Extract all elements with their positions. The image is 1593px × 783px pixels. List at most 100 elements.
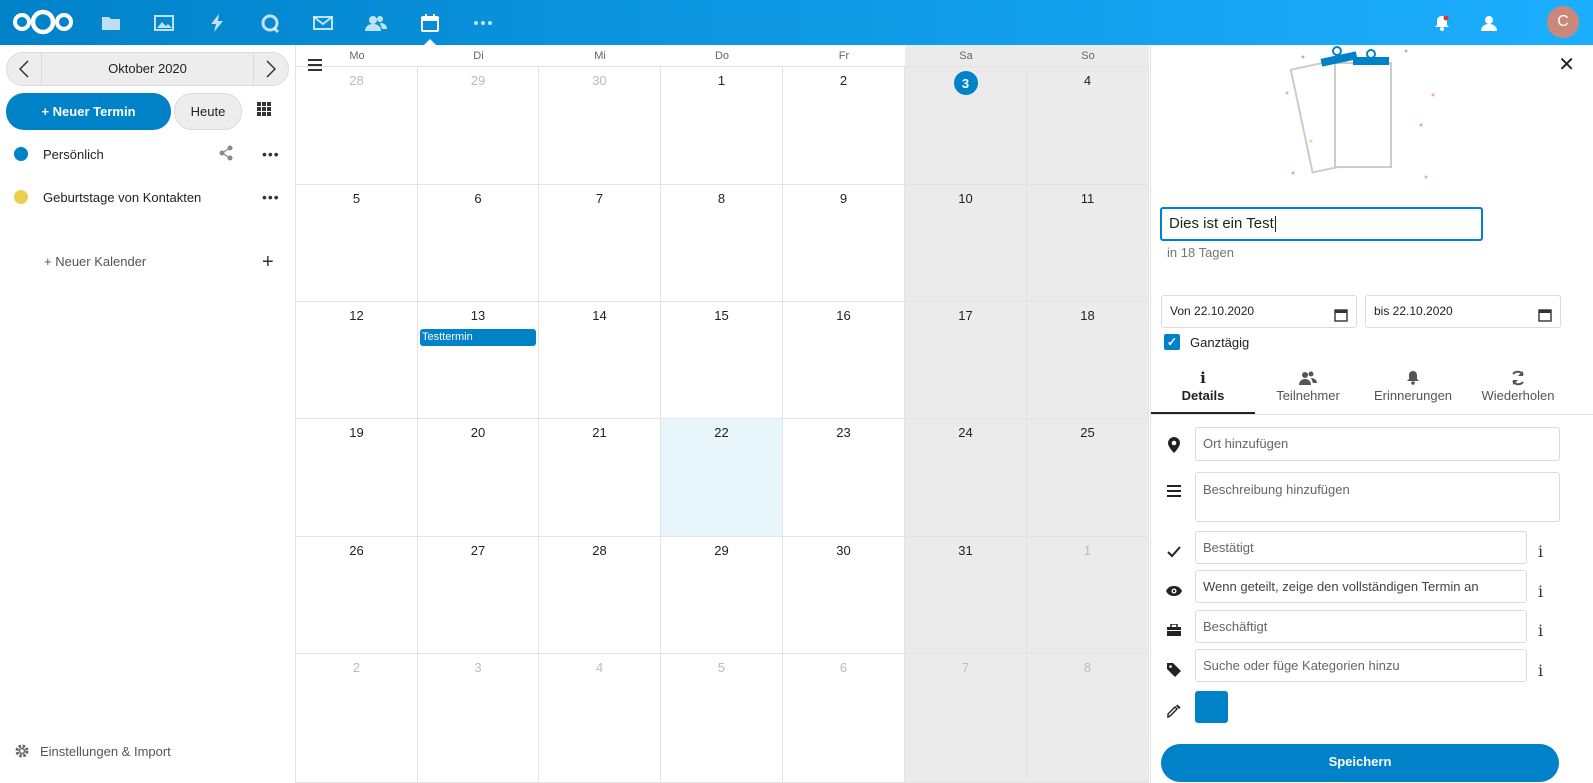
- day-number[interactable]: 21: [539, 425, 660, 440]
- calendar-day-cell[interactable]: 30: [539, 67, 661, 185]
- settings-import-button[interactable]: Einstellungen & Import: [14, 743, 171, 759]
- calendar-day-cell[interactable]: 6: [783, 654, 905, 783]
- day-number[interactable]: 22: [661, 425, 782, 440]
- calendar-day-cell[interactable]: 9: [783, 185, 905, 302]
- day-number[interactable]: 28: [296, 73, 417, 88]
- calendar-day-cell[interactable]: 5: [661, 654, 783, 783]
- day-number[interactable]: 17: [905, 308, 1026, 323]
- day-number[interactable]: 4: [539, 660, 660, 675]
- calendar-day-cell[interactable]: 20: [418, 419, 539, 537]
- calendar-day-cell[interactable]: 27: [418, 537, 539, 654]
- visibility-select[interactable]: Wenn geteilt, zeige den vollständigen Te…: [1195, 570, 1527, 603]
- day-number[interactable]: 9: [783, 191, 904, 206]
- calendar-day-cell[interactable]: 8: [1027, 654, 1149, 783]
- calendar-list-item-birthdays[interactable]: Geburtstage von Kontakten •••: [0, 177, 296, 217]
- notifications-bell-icon[interactable]: [1430, 0, 1454, 45]
- day-number[interactable]: 30: [783, 543, 904, 558]
- calendar-day-cell[interactable]: 13: [418, 302, 539, 419]
- event-color-swatch[interactable]: [1195, 691, 1228, 723]
- day-number[interactable]: 2: [783, 73, 904, 88]
- calendar-day-cell[interactable]: 15: [661, 302, 783, 419]
- day-number[interactable]: 6: [783, 660, 904, 675]
- photos-app-icon[interactable]: [140, 0, 188, 45]
- day-number[interactable]: 5: [661, 660, 782, 675]
- start-date-field[interactable]: Von 22.10.2020: [1161, 295, 1357, 328]
- day-number[interactable]: 18: [1027, 308, 1148, 323]
- busy-info-icon[interactable]: i: [1538, 621, 1543, 640]
- calendar-day-cell[interactable]: 4: [1027, 67, 1149, 185]
- view-switcher-grid-icon[interactable]: [256, 101, 276, 121]
- today-button[interactable]: Heute: [174, 93, 242, 130]
- day-number[interactable]: 15: [661, 308, 782, 323]
- calendar-color-dot[interactable]: [14, 190, 28, 204]
- status-select[interactable]: Bestätigt: [1195, 531, 1527, 564]
- more-actions-icon[interactable]: •••: [262, 189, 280, 205]
- calendar-day-cell[interactable]: 29: [418, 67, 539, 185]
- more-actions-icon[interactable]: •••: [262, 146, 280, 162]
- day-number[interactable]: 2: [296, 660, 417, 675]
- activity-app-icon[interactable]: [193, 0, 241, 45]
- calendar-picker-icon[interactable]: [1538, 303, 1552, 334]
- day-number[interactable]: 11: [1027, 191, 1148, 206]
- tab-reminders[interactable]: Erinnerungen: [1361, 368, 1465, 414]
- event-title-input[interactable]: Dies ist ein Test: [1160, 207, 1483, 241]
- calendar-day-cell[interactable]: 19: [296, 419, 418, 537]
- calendar-day-cell[interactable]: 3: [905, 67, 1027, 185]
- calendar-day-cell[interactable]: 25: [1027, 419, 1149, 537]
- calendar-picker-icon[interactable]: [1334, 303, 1348, 334]
- day-number[interactable]: 3: [418, 660, 538, 675]
- calendar-day-cell[interactable]: 8: [661, 185, 783, 302]
- calendar-day-cell[interactable]: 31: [905, 537, 1027, 654]
- day-number[interactable]: 1: [661, 73, 782, 88]
- save-button[interactable]: Speichern: [1161, 744, 1559, 782]
- nextcloud-logo[interactable]: [12, 7, 74, 37]
- location-input[interactable]: Ort hinzufügen: [1195, 427, 1560, 461]
- day-number[interactable]: 24: [905, 425, 1026, 440]
- day-number[interactable]: 30: [539, 73, 660, 88]
- calendar-day-cell[interactable]: 14: [539, 302, 661, 419]
- day-number[interactable]: 7: [539, 191, 660, 206]
- calendar-day-cell[interactable]: 23: [783, 419, 905, 537]
- day-number[interactable]: 31: [905, 543, 1026, 558]
- calendar-color-dot[interactable]: [14, 147, 28, 161]
- calendar-day-cell[interactable]: 28: [539, 537, 661, 654]
- contacts-menu-icon[interactable]: [1477, 0, 1501, 45]
- files-app-icon[interactable]: [87, 0, 135, 45]
- calendar-day-cell[interactable]: 18: [1027, 302, 1149, 419]
- day-number[interactable]: 29: [418, 73, 538, 88]
- calendar-day-cell[interactable]: 2: [783, 67, 905, 185]
- user-avatar[interactable]: C: [1547, 6, 1579, 38]
- day-number[interactable]: 4: [1027, 73, 1148, 88]
- all-day-checkbox[interactable]: ✓ Ganztägig: [1164, 334, 1249, 350]
- calendar-day-cell[interactable]: 21: [539, 419, 661, 537]
- day-number[interactable]: 7: [905, 660, 1026, 675]
- checkbox-checked-icon[interactable]: ✓: [1164, 334, 1180, 350]
- talk-app-icon[interactable]: [246, 0, 294, 45]
- day-number[interactable]: 1: [1027, 543, 1148, 558]
- calendar-day-cell[interactable]: 4: [539, 654, 661, 783]
- calendar-day-cell[interactable]: 22: [661, 419, 783, 537]
- tab-details[interactable]: i Details: [1151, 368, 1255, 414]
- day-number[interactable]: 27: [418, 543, 538, 558]
- day-number[interactable]: 23: [783, 425, 904, 440]
- calendar-day-cell[interactable]: 24: [905, 419, 1027, 537]
- calendar-event-testtermin[interactable]: Testtermin: [420, 329, 536, 346]
- end-date-field[interactable]: bis 22.10.2020: [1365, 295, 1561, 328]
- calendar-day-cell[interactable]: 28: [296, 67, 418, 185]
- contacts-app-icon[interactable]: [352, 0, 400, 45]
- more-apps-icon[interactable]: [459, 0, 507, 45]
- calendar-day-cell[interactable]: 12: [296, 302, 418, 419]
- tab-repeat[interactable]: Wiederholen: [1466, 368, 1570, 414]
- day-number[interactable]: 28: [539, 543, 660, 558]
- day-number[interactable]: 6: [418, 191, 538, 206]
- calendar-day-cell[interactable]: 1: [661, 67, 783, 185]
- new-event-button[interactable]: + Neuer Termin: [6, 93, 171, 130]
- day-number[interactable]: 20: [418, 425, 538, 440]
- day-number[interactable]: 10: [905, 191, 1026, 206]
- calendar-day-cell[interactable]: 1: [1027, 537, 1149, 654]
- calendar-day-cell[interactable]: 29: [661, 537, 783, 654]
- calendar-day-cell[interactable]: 26: [296, 537, 418, 654]
- share-icon[interactable]: [218, 145, 234, 164]
- status-info-icon[interactable]: i: [1538, 542, 1543, 561]
- categories-info-icon[interactable]: i: [1538, 661, 1543, 680]
